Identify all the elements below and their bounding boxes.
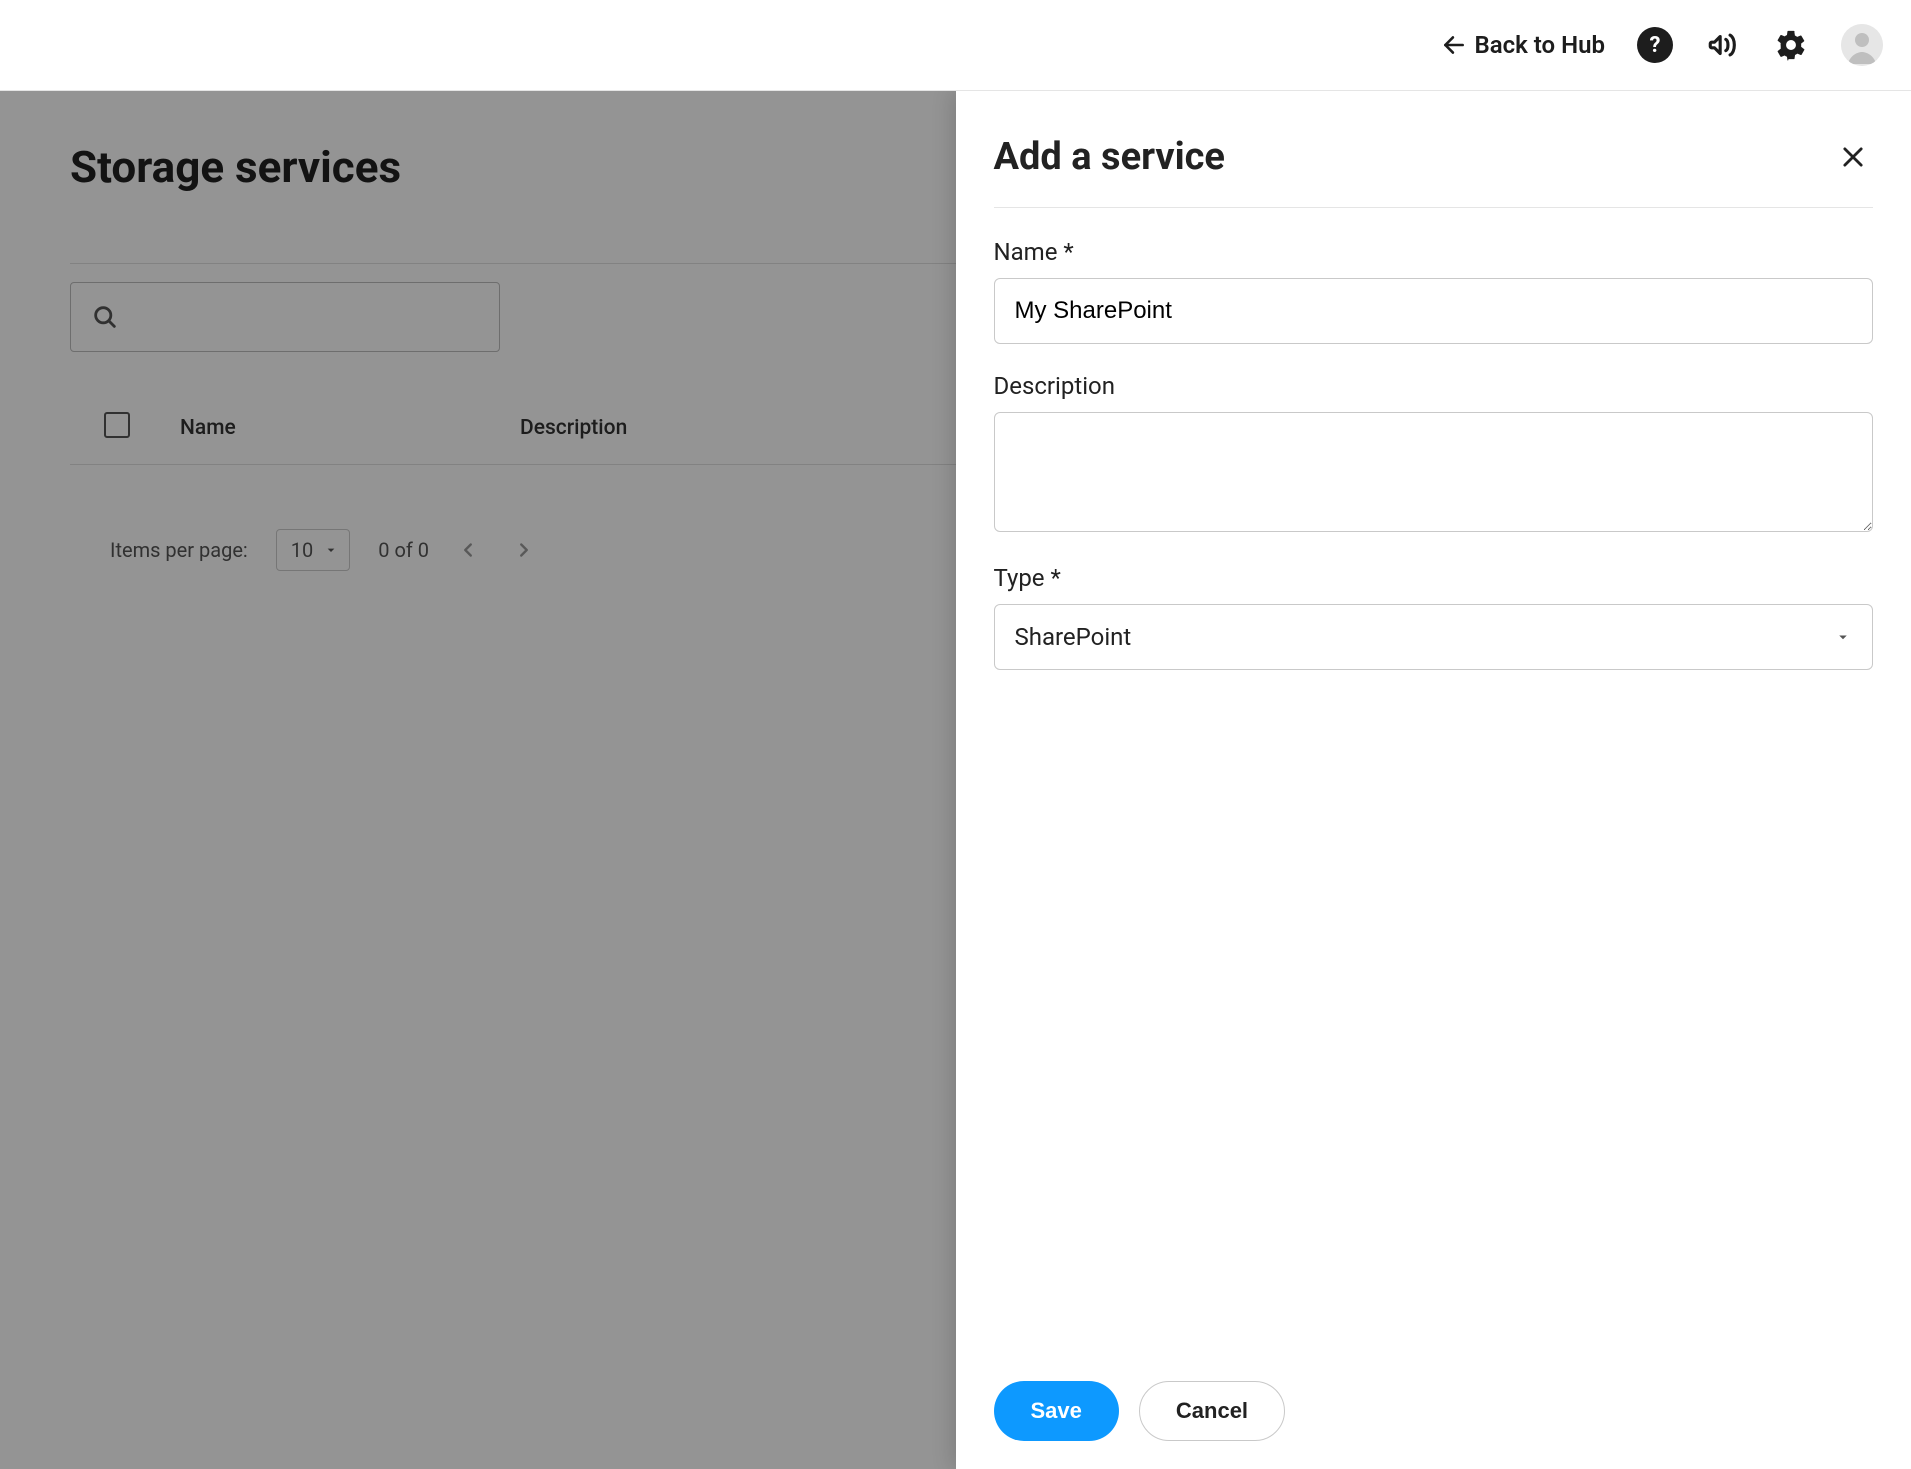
back-to-hub-link[interactable]: Back to Hub <box>1441 31 1605 59</box>
name-label: Name * <box>994 238 1874 266</box>
close-icon <box>1839 143 1867 171</box>
panel-body: Name * Description Type * SharePoint <box>994 208 1874 1355</box>
cancel-button[interactable]: Cancel <box>1139 1381 1285 1441</box>
panel-footer: Save Cancel <box>994 1355 1874 1441</box>
name-input[interactable] <box>994 278 1874 344</box>
type-label: Type * <box>994 564 1874 592</box>
name-field: Name * <box>994 238 1874 344</box>
save-button[interactable]: Save <box>994 1381 1119 1441</box>
announcements-icon[interactable] <box>1705 27 1741 63</box>
type-selected-value: SharePoint <box>1015 623 1132 651</box>
settings-icon[interactable] <box>1773 27 1809 63</box>
description-field: Description <box>994 372 1874 536</box>
type-select[interactable]: SharePoint <box>994 604 1874 670</box>
help-icon[interactable]: ? <box>1637 27 1673 63</box>
arrow-left-icon <box>1441 32 1467 58</box>
type-field: Type * SharePoint <box>994 564 1874 670</box>
description-input[interactable] <box>994 412 1874 532</box>
chevron-down-icon <box>1834 628 1852 646</box>
panel-header: Add a service <box>994 135 1874 208</box>
app-header: Back to Hub ? <box>0 0 1911 91</box>
panel-title: Add a service <box>994 135 1225 179</box>
description-label: Description <box>994 372 1874 400</box>
back-to-hub-label: Back to Hub <box>1475 31 1605 59</box>
add-service-panel: Add a service Name * Description Type * … <box>956 91 1911 1469</box>
close-button[interactable] <box>1833 137 1873 177</box>
user-avatar[interactable] <box>1841 24 1883 66</box>
